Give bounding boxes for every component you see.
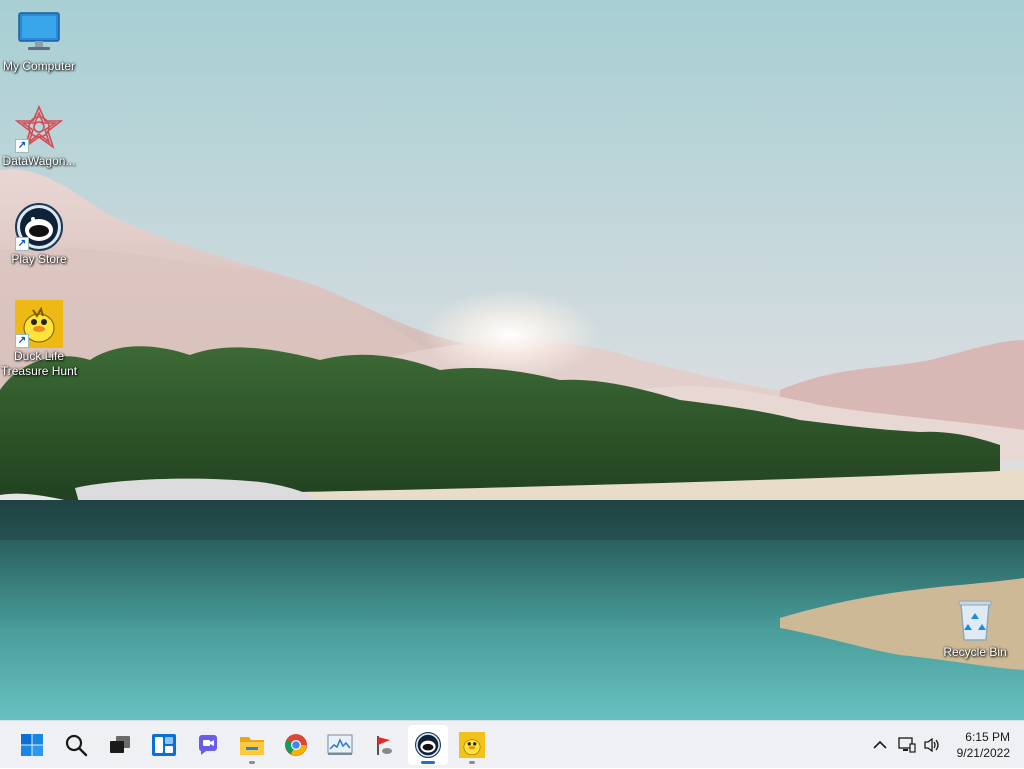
volume-icon [924, 737, 939, 753]
network-button[interactable] [896, 721, 918, 769]
shortcut-arrow-icon: ↗ [15, 334, 29, 348]
network-icon [898, 737, 916, 753]
desktop-icon-datawagon[interactable]: ↗ DataWagon... [0, 104, 78, 169]
widgets-button[interactable] [144, 725, 184, 765]
play-store-icon [415, 732, 441, 758]
desktop-icon-label: Play Store [11, 252, 67, 266]
active-indicator [421, 761, 435, 764]
recycle-bin-icon [951, 596, 999, 644]
file-explorer-button[interactable] [232, 725, 272, 765]
folder-icon [240, 737, 264, 755]
monitor-icon [15, 10, 63, 58]
windows-start-icon [21, 734, 43, 756]
desktop-icon-duck-life[interactable]: ↗ Duck Life Treasure Hunt [0, 300, 78, 379]
running-indicator [249, 761, 255, 764]
shortcut-arrow-icon: ↗ [15, 139, 29, 153]
desktop-icon-play-store[interactable]: ↗ Play Store [0, 203, 78, 267]
chat-button[interactable] [188, 725, 228, 765]
monitor-graph-icon [327, 734, 353, 755]
desktop-icon-label: My Computer [2, 59, 76, 73]
flag-icon [377, 736, 392, 755]
shortcut-arrow-icon: ↗ [15, 237, 29, 251]
play-store-icon: ↗ [15, 203, 63, 251]
duck-life-icon [459, 732, 485, 758]
search-button[interactable] [56, 725, 96, 765]
chrome-icon [285, 734, 307, 756]
tray-overflow-button[interactable] [866, 721, 894, 769]
duck-life-icon: ↗ [15, 300, 63, 348]
clock-date: 9/21/2022 [956, 746, 1010, 760]
chrome-button[interactable] [276, 725, 316, 765]
desktop-icon-label: Duck Life Treasure Hunt [0, 349, 78, 378]
widgets-icon [152, 734, 176, 756]
flag-app-button[interactable] [364, 725, 404, 765]
clock-time: 6:15 PM [965, 730, 1010, 744]
datawagon-icon: ↗ [14, 104, 64, 153]
desktop-icon-my-computer[interactable]: My Computer [0, 10, 78, 74]
task-view-button[interactable] [100, 725, 140, 765]
taskbar: 6:15 PM 9/21/2022 [0, 720, 1024, 768]
desktop-icon-label: DataWagon... [2, 154, 76, 168]
start-button[interactable] [12, 725, 52, 765]
desktop-icon-recycle-bin[interactable]: Recycle Bin [936, 596, 1014, 660]
resource-monitor-button[interactable] [320, 725, 360, 765]
desktop-wallpaper [0, 0, 1024, 720]
task-view-icon [110, 736, 130, 753]
duck-life-button[interactable] [452, 725, 492, 765]
play-store-button[interactable] [408, 725, 448, 765]
clock[interactable]: 6:15 PM 9/21/2022 [957, 729, 1010, 761]
running-indicator [469, 761, 475, 764]
desktop-icon-label: Recycle Bin [943, 645, 1007, 659]
volume-button[interactable] [920, 721, 944, 769]
chat-icon [198, 735, 217, 755]
search-icon [65, 734, 88, 757]
chevron-up-icon [873, 740, 887, 749]
